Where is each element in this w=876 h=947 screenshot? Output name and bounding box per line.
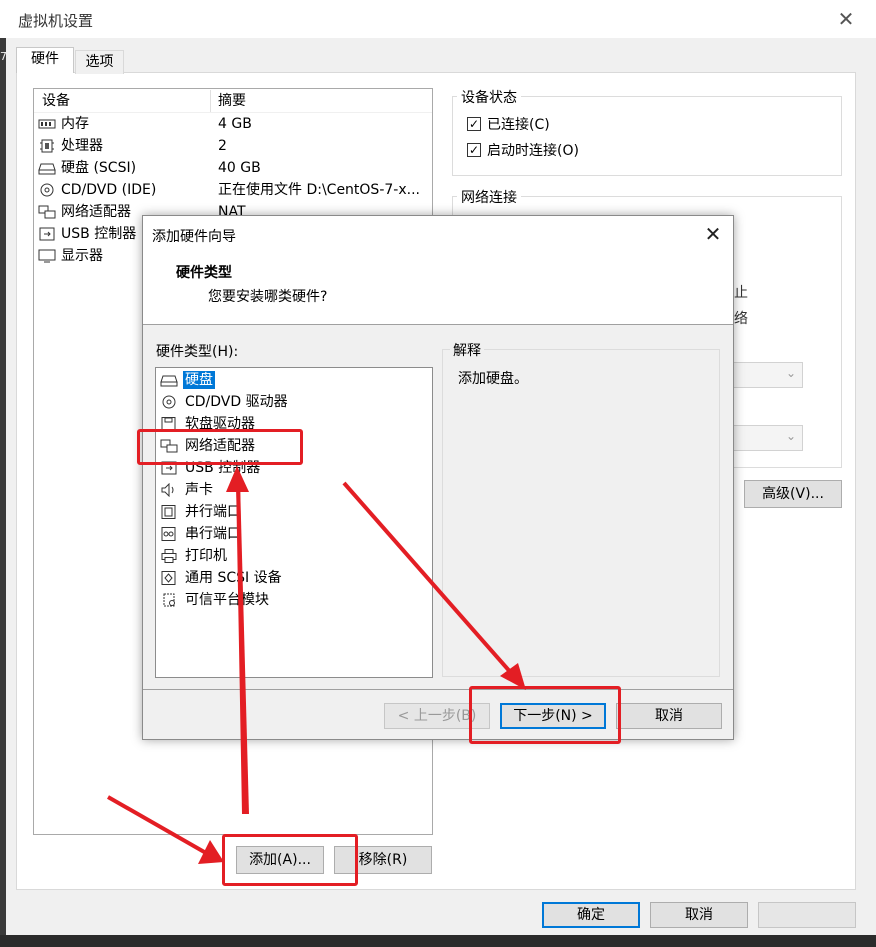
dialog-close-button[interactable]: ✕ xyxy=(700,221,726,247)
device-summary: 40 GB xyxy=(218,160,261,176)
hardware-type-label: 并行端口 xyxy=(185,504,241,520)
close-window-button[interactable]: ✕ xyxy=(832,6,860,32)
hardware-type-item-generic-scsi[interactable]: 通用 SCSI 设备 xyxy=(160,567,428,589)
device-status-title: 设备状态 xyxy=(457,87,521,107)
hardware-type-label: 声卡 xyxy=(185,482,213,498)
network-select-disabled: ⌄ xyxy=(732,425,803,451)
network-select-disabled: ⌄ xyxy=(732,362,803,388)
connected-label[interactable]: 已连接(C) xyxy=(487,114,550,134)
device-name: 硬盘 (SCSI) xyxy=(61,160,137,176)
printer-icon xyxy=(161,549,177,563)
column-divider[interactable] xyxy=(210,90,211,112)
tab-options[interactable]: 选项 xyxy=(75,50,124,74)
device-name: CD/DVD (IDE) xyxy=(61,182,157,198)
advanced-button[interactable]: 高级(V)... xyxy=(744,480,842,508)
hardware-type-item-serial-port[interactable]: 串行端口 xyxy=(160,523,428,545)
tpm-icon xyxy=(163,593,175,607)
ok-button[interactable]: 确定 xyxy=(542,902,640,928)
hardware-type-item-cd-dvd[interactable]: CD/DVD 驱动器 xyxy=(160,391,428,413)
device-row-cd-dvd[interactable]: CD/DVD (IDE) 正在使用文件 D:\CentOS-7-x... xyxy=(38,179,428,201)
speaker-icon xyxy=(161,483,174,497)
monitor-icon xyxy=(38,249,56,263)
device-name: 内存 xyxy=(61,116,89,132)
partially-hidden-text: 络 xyxy=(734,311,748,327)
scsi-icon xyxy=(161,571,176,585)
autoconnect-label[interactable]: 启动时连接(O) xyxy=(487,140,579,160)
annotation-box-next-button xyxy=(469,686,621,744)
hardware-type-question: 您要安装哪类硬件? xyxy=(208,289,328,305)
explanation-text: 添加硬盘。 xyxy=(458,371,528,387)
serial-port-icon xyxy=(161,527,176,541)
hardware-type-label: 通用 SCSI 设备 xyxy=(185,570,282,586)
network-adapter-icon xyxy=(38,205,56,219)
title-bar xyxy=(0,0,876,38)
dialog-title: 添加硬件向导 xyxy=(152,229,236,245)
hardware-type-label: CD/DVD 驱动器 xyxy=(185,394,288,410)
annotation-box-network-adapter xyxy=(137,429,303,465)
device-row-memory[interactable]: 内存 4 GB xyxy=(38,113,428,135)
background-edge-text: 7 xyxy=(0,50,7,63)
column-header-summary[interactable]: 摘要 xyxy=(218,90,246,112)
annotation-box-add-button xyxy=(222,834,358,886)
chevron-down-icon: ⌄ xyxy=(785,429,796,443)
background-bottom-edge xyxy=(0,935,876,947)
device-summary: 正在使用文件 D:\CentOS-7-x... xyxy=(218,182,420,198)
memory-icon xyxy=(38,119,56,129)
hardware-type-item-hard-disk[interactable]: 硬盘 xyxy=(160,369,428,391)
device-summary: 2 xyxy=(218,138,227,154)
hardware-type-heading: 硬件类型 xyxy=(176,265,232,281)
window-title: 虚拟机设置 xyxy=(18,12,94,30)
hardware-type-label: 硬盘 xyxy=(183,371,215,389)
hardware-type-item-printer[interactable]: 打印机 xyxy=(160,545,428,567)
hardware-type-item-sound-card[interactable]: 声卡 xyxy=(160,479,428,501)
autoconnect-checkbox[interactable]: ✓ xyxy=(467,143,481,157)
hard-disk-icon xyxy=(160,375,178,387)
device-name: USB 控制器 xyxy=(61,226,137,242)
explanation-group xyxy=(442,349,720,677)
hardware-type-label: 可信平台模块 xyxy=(185,592,269,608)
device-name: 处理器 xyxy=(61,138,103,154)
hardware-type-list-label: 硬件类型(H): xyxy=(156,344,239,360)
hardware-type-label: 串行端口 xyxy=(185,526,241,542)
parallel-port-icon xyxy=(161,505,176,519)
network-connection-title: 网络连接 xyxy=(457,187,521,207)
dialog-header-separator xyxy=(143,324,733,325)
background-window-edge xyxy=(0,38,6,947)
device-name: 显示器 xyxy=(61,248,103,264)
connected-checkbox[interactable]: ✓ xyxy=(467,117,481,131)
device-row-hard-disk[interactable]: 硬盘 (SCSI) 40 GB xyxy=(38,157,428,179)
cd-dvd-icon xyxy=(40,183,54,197)
cd-dvd-icon xyxy=(162,395,176,409)
partially-hidden-text: 止 xyxy=(734,285,748,301)
cpu-icon xyxy=(40,139,54,153)
cancel-button[interactable]: 取消 xyxy=(650,902,748,928)
dialog-footer-separator xyxy=(143,689,733,690)
usb-icon xyxy=(39,227,55,241)
hardware-type-item-parallel-port[interactable]: 并行端口 xyxy=(160,501,428,523)
column-header-device[interactable]: 设备 xyxy=(42,90,70,112)
dialog-cancel-button[interactable]: 取消 xyxy=(616,703,722,729)
tab-hardware[interactable]: 硬件 xyxy=(16,47,74,73)
device-summary: 4 GB xyxy=(218,116,252,132)
device-row-processor[interactable]: 处理器 2 xyxy=(38,135,428,157)
explanation-title: 解释 xyxy=(450,340,484,360)
help-button-disabled xyxy=(758,902,856,928)
device-name: 网络适配器 xyxy=(61,204,131,220)
chevron-down-icon: ⌄ xyxy=(785,366,796,380)
device-status-group xyxy=(452,96,842,176)
hardware-type-label: 打印机 xyxy=(185,548,227,564)
hard-disk-icon xyxy=(38,163,56,175)
hardware-type-item-tpm[interactable]: 可信平台模块 xyxy=(160,589,428,611)
